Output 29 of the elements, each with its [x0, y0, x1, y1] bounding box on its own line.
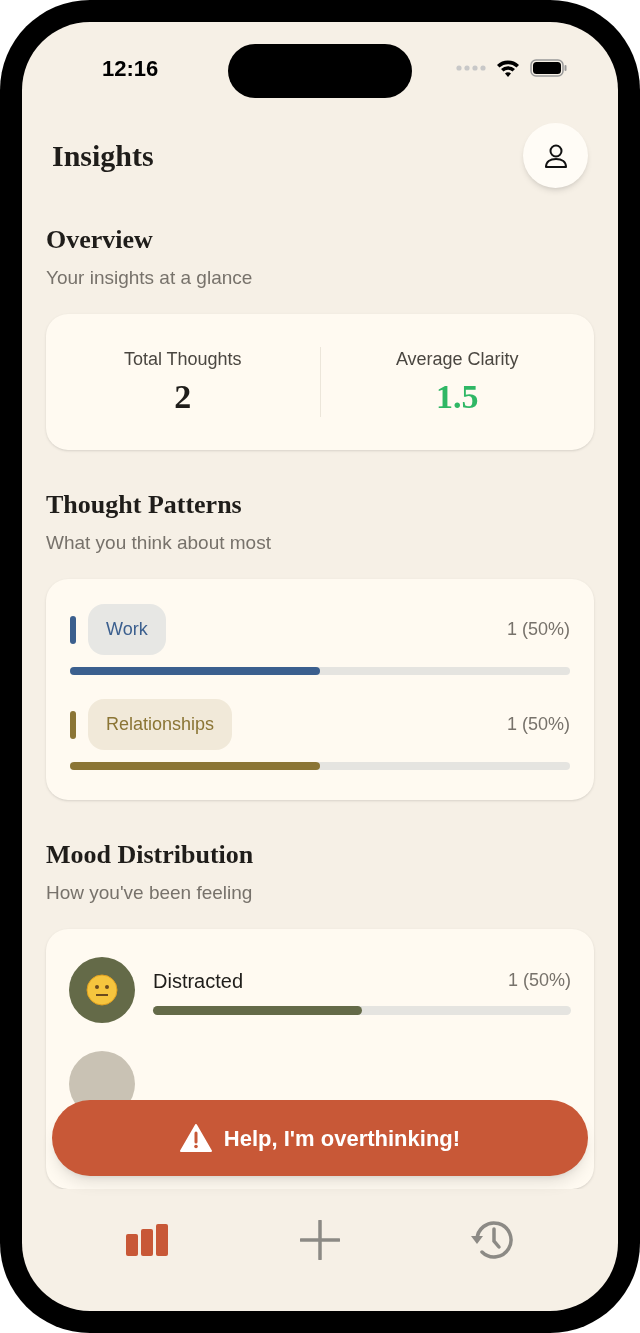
status-time: 12:16 [102, 55, 159, 83]
section-subtitle: How you've been feeling [46, 881, 254, 905]
stat-label: Average Clarity [395, 348, 519, 371]
section-title: Mood Distribution [46, 839, 255, 871]
category-tag: Relationships [88, 699, 233, 750]
stat-label: Total Thoughts [123, 348, 242, 371]
stat-value: 2 [174, 377, 192, 417]
wifi-icon [496, 59, 520, 77]
bar-chart-icon [126, 1224, 170, 1256]
plus-icon [300, 1220, 340, 1260]
person-icon [542, 142, 569, 169]
mood-count: 1 (50%) [507, 969, 571, 992]
warning-icon [179, 1124, 212, 1152]
signal-icon [456, 65, 486, 71]
category-count: 1 (50%) [506, 713, 570, 736]
history-icon [469, 1219, 515, 1261]
category-count: 1 (50%) [506, 618, 570, 641]
battery-icon [530, 59, 568, 77]
profile-button[interactable] [523, 123, 588, 188]
page-title: Insights [52, 138, 154, 174]
stat-value: 1.5 [436, 377, 479, 417]
neutral-face-icon [86, 974, 118, 1006]
section-subtitle: What you think about most [46, 531, 272, 555]
help-button[interactable]: Help, I'm overthinking! [52, 1100, 588, 1176]
category-tag: Work [88, 604, 166, 655]
section-title: Overview [46, 224, 154, 256]
mood-label: Distracted [153, 968, 244, 994]
section-subtitle: Your insights at a glance [46, 266, 254, 290]
section-title: Thought Patterns [46, 489, 243, 521]
